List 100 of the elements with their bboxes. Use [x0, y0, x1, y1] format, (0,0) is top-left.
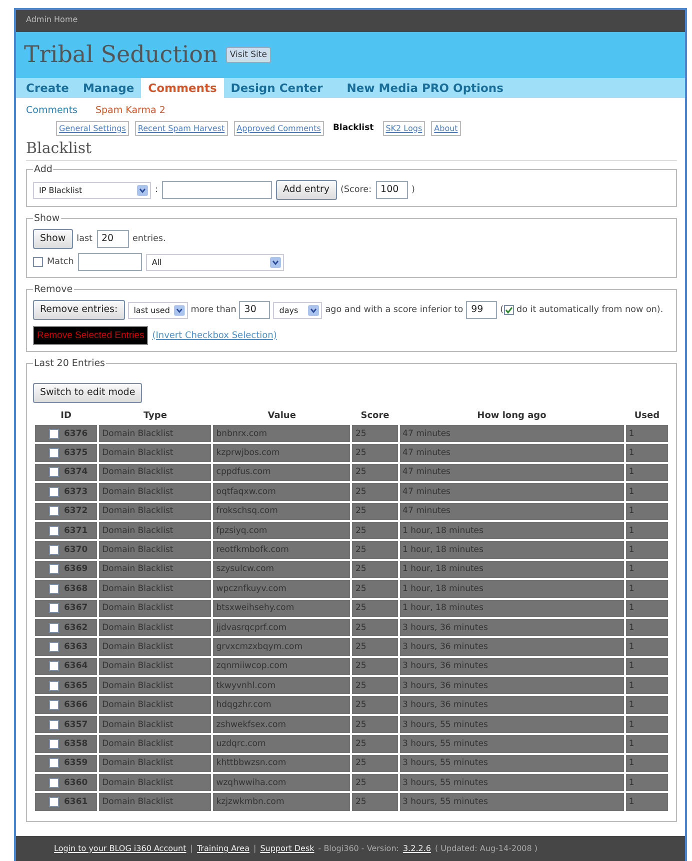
amount-field[interactable]: 30 — [239, 301, 270, 319]
table-cell: 1 — [626, 696, 668, 714]
table-cell: 25 — [352, 774, 398, 792]
nav-tab[interactable]: Manage — [76, 78, 142, 98]
table-cell: 1 hour, 18 minutes — [400, 560, 624, 578]
footer-link[interactable]: Support Desk — [260, 844, 314, 853]
table-cell: Domain Blacklist — [99, 793, 212, 811]
table-cell: 25 — [352, 618, 398, 636]
score-field[interactable]: 99 — [466, 301, 498, 319]
value-field[interactable] — [162, 181, 272, 199]
table-cell: wpcznfkuyv.com — [213, 580, 350, 598]
row-checkbox[interactable] — [49, 778, 59, 788]
table-cell: zqnmiiwcop.com — [213, 658, 350, 676]
row-checkbox[interactable] — [49, 738, 59, 749]
table-cell: 1 — [626, 716, 668, 734]
table-cell: wzqhwwiha.com — [213, 774, 350, 792]
nav-tab[interactable]: Create — [19, 78, 76, 98]
table-cell: Domain Blacklist — [99, 754, 212, 772]
entry-id: 6364 — [64, 661, 88, 672]
row-checkbox[interactable] — [49, 526, 59, 536]
auto-label: do it automatically from now on). — [516, 305, 664, 315]
table-cell: 1 hour, 18 minutes — [400, 580, 624, 598]
row-checkbox[interactable] — [49, 661, 59, 672]
version-link[interactable]: 3.2.2.6 — [402, 844, 431, 853]
row-checkbox[interactable] — [49, 506, 59, 516]
table-cell: 1 — [626, 464, 668, 482]
plugin-tab[interactable]: SK2 Logs — [382, 120, 426, 136]
row-checkbox[interactable] — [49, 680, 59, 691]
column-header: ID — [60, 410, 72, 423]
table-cell: 1 — [626, 754, 668, 772]
table-cell: 1 — [626, 638, 668, 656]
plugin-tab[interactable]: Blacklist — [330, 120, 377, 136]
table-cell: 1 — [626, 560, 668, 578]
plugin-tab[interactable]: Recent Spam Harvest — [134, 120, 228, 136]
score-field[interactable]: 100 — [376, 181, 408, 199]
edit-mode-button[interactable]: Switch to edit mode — [33, 383, 142, 403]
score-label: (Score: — [340, 185, 372, 195]
visit-site-button[interactable]: Visit Site — [226, 47, 271, 63]
row-checkbox[interactable] — [49, 758, 59, 768]
table-cell: hdqgzhr.com — [213, 696, 350, 714]
table-cell: 1 — [626, 444, 668, 462]
table-cell: btsxweihsehy.com — [213, 600, 350, 617]
show-button[interactable]: Show — [33, 229, 73, 249]
row-checkbox[interactable] — [49, 545, 59, 556]
nav-tab[interactable]: New Media PRO Options — [340, 78, 510, 98]
row-checkbox[interactable] — [49, 428, 59, 439]
type-select[interactable]: IP Blacklist — [33, 182, 151, 198]
plugin-tab[interactable]: Approved Comments — [234, 120, 324, 136]
table-cell: Domain Blacklist — [99, 483, 212, 501]
entry-id: 6367 — [64, 603, 88, 614]
column-header: Value — [266, 410, 297, 423]
nav-tab[interactable]: Comments — [141, 78, 224, 98]
table-cell: 1 — [626, 658, 668, 676]
entry-id: 6374 — [64, 467, 88, 478]
nav-tab[interactable]: Design Center — [224, 78, 330, 98]
row-checkbox[interactable] — [49, 564, 59, 574]
add-entry-button[interactable]: Add entry — [276, 180, 336, 200]
unit-select[interactable]: days — [273, 302, 322, 318]
remove-entries-button[interactable]: Remove entries: — [33, 300, 125, 320]
admin-home-link[interactable]: Admin Home — [26, 15, 78, 24]
subnav-link[interactable]: Spam Karma 2 — [96, 105, 166, 116]
match-label: Match — [47, 257, 74, 267]
auto-checkbox[interactable] — [504, 305, 514, 315]
match-checkbox[interactable] — [33, 257, 43, 267]
table-cell: 3 hours, 36 minutes — [400, 658, 624, 676]
table-cell: Domain Blacklist — [99, 444, 212, 462]
criterion-select[interactable]: last used — [128, 302, 188, 318]
plugin-tab[interactable]: General Settings — [56, 120, 129, 136]
entry-id: 6371 — [64, 526, 88, 536]
table-cell: 3 hours, 55 minutes — [400, 774, 624, 792]
subnav-link[interactable]: Comments — [26, 105, 78, 116]
footer-link[interactable]: Training Area — [196, 844, 250, 853]
filter-select[interactable]: All — [146, 254, 284, 270]
table-cell: szysulcw.com — [213, 560, 350, 578]
row-checkbox[interactable] — [49, 797, 59, 808]
plugin-tab[interactable]: About — [431, 120, 461, 136]
table-cell: grvxcmzxbqym.com — [213, 638, 350, 656]
footer-link[interactable]: Login to your BLOG i360 Account — [54, 844, 186, 853]
remove-selected-button[interactable]: Remove Selected Entries — [33, 326, 148, 345]
row-checkbox[interactable] — [49, 448, 59, 458]
table-cell: 25 — [352, 600, 398, 617]
match-field[interactable] — [78, 253, 142, 271]
row-checkbox[interactable] — [49, 622, 59, 633]
row-checkbox[interactable] — [49, 603, 59, 614]
row-checkbox[interactable] — [49, 720, 59, 730]
table-cell: 25 — [352, 502, 398, 520]
row-checkbox[interactable] — [49, 467, 59, 478]
table-cell: 25 — [352, 444, 398, 462]
count-field[interactable]: 20 — [96, 230, 129, 248]
table-cell: 1 — [626, 735, 668, 753]
table-cell: Domain Blacklist — [99, 735, 212, 753]
bracket-text: ) — [412, 185, 415, 195]
table-cell: 1 — [626, 483, 668, 501]
row-checkbox[interactable] — [49, 486, 59, 497]
table-cell: tkwyvnhl.com — [213, 677, 350, 694]
table-cell: fpzsiyq.com — [213, 522, 350, 540]
product-text: - Blogi360 - Version: — [318, 844, 399, 853]
row-checkbox[interactable] — [49, 584, 59, 594]
row-checkbox[interactable] — [49, 642, 59, 652]
row-checkbox[interactable] — [49, 700, 59, 710]
